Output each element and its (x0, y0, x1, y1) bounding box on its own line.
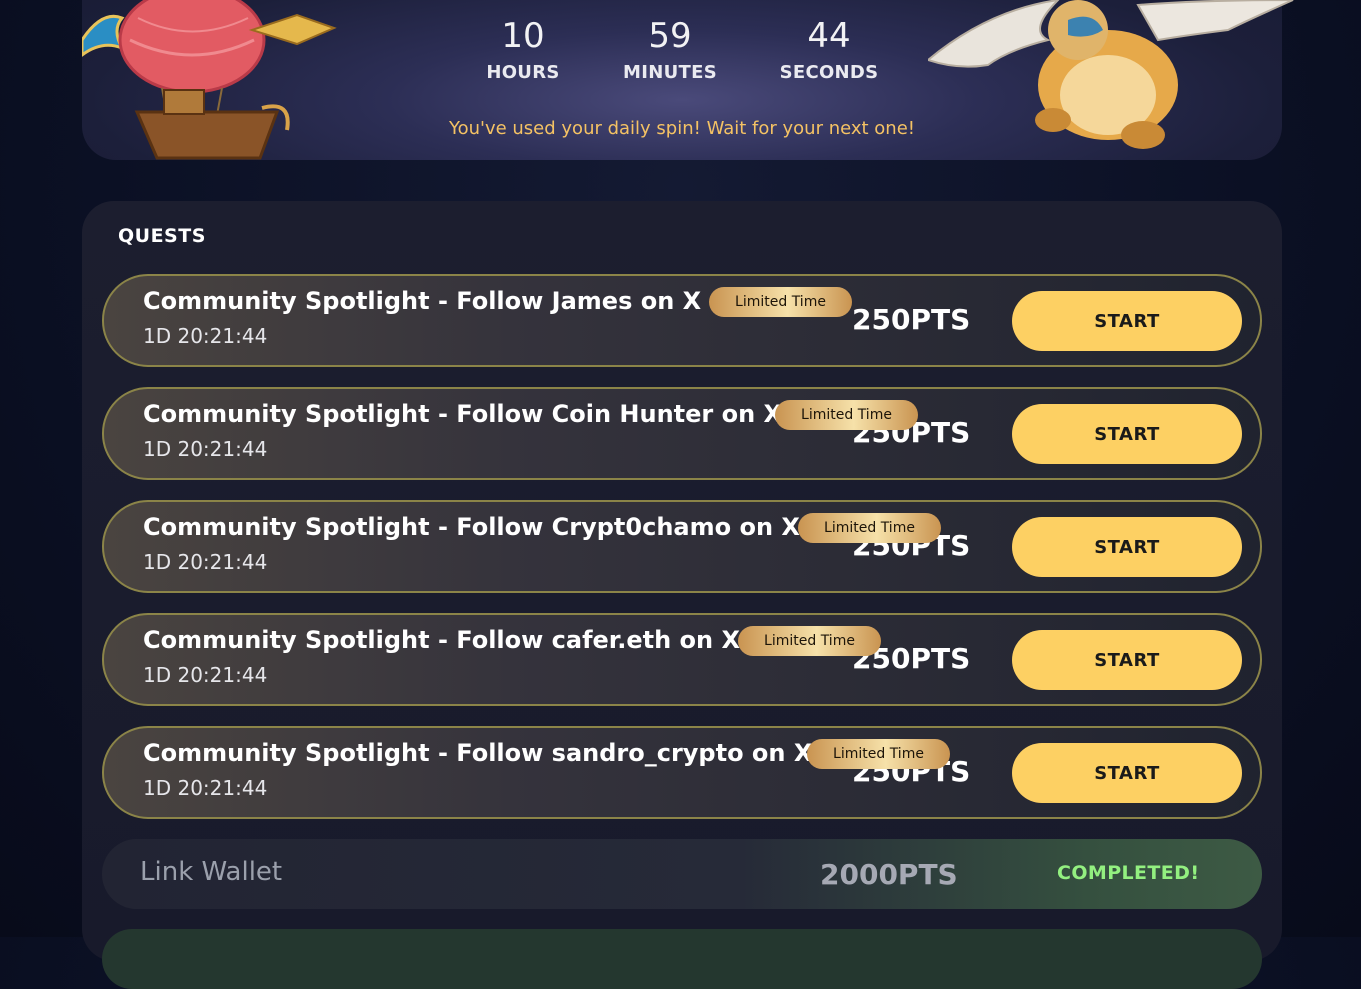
completed-quest-points: 2000PTS (820, 858, 958, 891)
minutes-value: 59 (648, 16, 692, 56)
seconds-label: SECONDS (779, 62, 879, 83)
countdown-minutes: 59 MINUTES (600, 18, 740, 83)
quest-item: Community Spotlight - Follow Coin Hunter… (102, 387, 1262, 480)
quest-timer: 1D 20:21:44 (143, 437, 268, 461)
countdown-hours: 10 HOURS (453, 18, 593, 83)
quest-timer: 1D 20:21:44 (143, 324, 268, 348)
quest-timer: 1D 20:21:44 (143, 663, 268, 687)
start-quest-button[interactable]: START (1012, 404, 1242, 464)
quests-title: QUESTS (118, 225, 206, 247)
start-quest-button[interactable]: START (1012, 743, 1242, 803)
start-quest-button[interactable]: START (1012, 291, 1242, 351)
completed-quest-label: Link Wallet (140, 857, 283, 887)
quest-points: 250PTS (852, 303, 971, 336)
limited-time-badge: Limited Time (807, 739, 950, 769)
quest-item: Community Spotlight - Follow Crypt0chamo… (102, 500, 1262, 593)
limited-time-badge: Limited Time (738, 626, 881, 656)
quest-item: Community Spotlight - Follow James on X … (102, 274, 1262, 367)
start-quest-button[interactable]: START (1012, 630, 1242, 690)
completed-quest-link-wallet: Link Wallet 2000PTS COMPLETED! (102, 839, 1262, 909)
completed-status: COMPLETED! (1057, 862, 1200, 884)
quest-title: Community Spotlight - Follow sandro_cryp… (143, 739, 813, 767)
griffin-illustration (928, 0, 1294, 149)
quests-panel: QUESTS Community Spotlight - Follow Jame… (82, 201, 1282, 989)
quest-title: Community Spotlight - Follow cafer.eth o… (143, 626, 740, 654)
quest-title: Community Spotlight - Follow Coin Hunter… (143, 400, 783, 428)
hours-value: 10 (501, 16, 545, 56)
quest-timer: 1D 20:21:44 (143, 550, 268, 574)
seconds-value: 44 (807, 16, 851, 56)
hours-label: HOURS (486, 62, 560, 83)
start-quest-button[interactable]: START (1012, 517, 1242, 577)
quest-timer: 1D 20:21:44 (143, 776, 268, 800)
limited-time-badge: Limited Time (709, 287, 852, 317)
quest-item: Community Spotlight - Follow cafer.eth o… (102, 613, 1262, 706)
next-quest-item (102, 929, 1262, 989)
limited-time-badge: Limited Time (798, 513, 941, 543)
quest-title: Community Spotlight - Follow Crypt0chamo… (143, 513, 800, 541)
countdown-seconds: 44 SECONDS (759, 18, 899, 83)
airship-illustration (82, 0, 337, 160)
quest-title: Community Spotlight - Follow James on X (143, 287, 702, 315)
minutes-label: MINUTES (623, 62, 717, 83)
limited-time-badge: Limited Time (775, 400, 918, 430)
quest-item: Community Spotlight - Follow sandro_cryp… (102, 726, 1262, 819)
